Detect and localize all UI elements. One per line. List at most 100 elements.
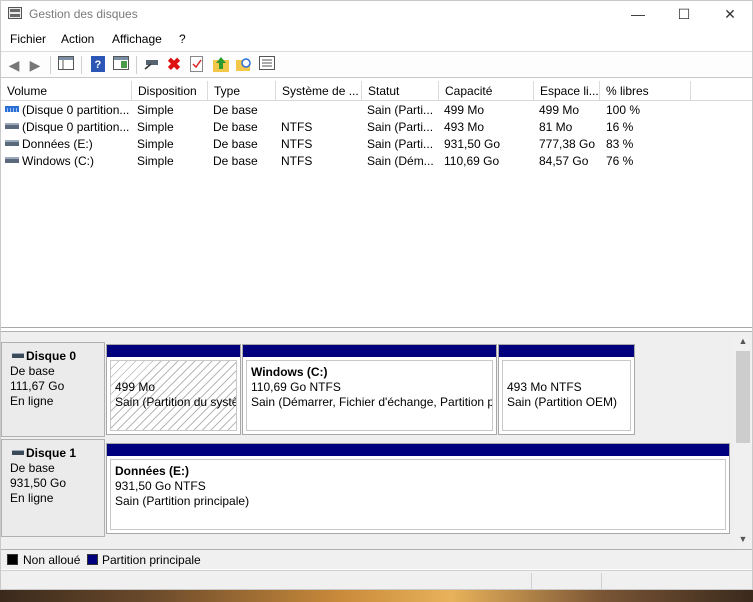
menu-bar: Fichier Action Affichage ?: [1, 29, 752, 50]
disk-0-state: En ligne: [10, 394, 54, 408]
volume-row[interactable]: Windows (C:) Simple De base NTFS Sain (D…: [1, 153, 752, 170]
column-capacity[interactable]: Capacité: [439, 81, 534, 101]
disk-1-label[interactable]: Disque 1 De base 931,50 Go En ligne: [1, 439, 105, 537]
svg-text:?: ?: [95, 59, 102, 71]
console-tree-icon[interactable]: [57, 56, 75, 74]
volume-disposition: Simple: [137, 137, 174, 151]
partition-status: Sain (Partition OEM): [507, 395, 618, 409]
volume-status: Sain (Parti...: [367, 120, 434, 134]
column-volume[interactable]: Volume: [1, 81, 132, 101]
action-pane-icon[interactable]: [112, 56, 130, 74]
partition-status: Sain (Partition principale): [115, 494, 250, 508]
volume-percent-free: 83 %: [606, 137, 634, 151]
volume-name: Données (E:): [22, 137, 93, 151]
toolbar-separator: [50, 56, 51, 74]
volume-free-space: 84,57 Go: [539, 154, 589, 168]
desktop-background: [0, 590, 753, 602]
volume-icon: [5, 106, 19, 112]
column-percent-free[interactable]: % libres: [600, 81, 691, 101]
properties-icon[interactable]: [188, 56, 206, 74]
disk-1-name: Disque 1: [10, 446, 104, 461]
partition-title: Windows (C:): [251, 365, 328, 379]
volume-free-space: 81 Mo: [539, 120, 573, 134]
help-icon[interactable]: ?: [89, 56, 107, 74]
volume-name: (Disque 0 partition...: [22, 103, 130, 117]
scrollbar-thumb[interactable]: [736, 351, 750, 443]
title-bar: Gestion des disques — ☐ ✕: [1, 1, 752, 28]
volume-status: Sain (Parti...: [367, 137, 434, 151]
column-free-space[interactable]: Espace li...: [534, 81, 600, 101]
minimize-button[interactable]: —: [615, 1, 661, 28]
disk-1-title: Disque 1: [26, 446, 77, 460]
partition-body: Windows (C:) 110,69 Go NTFS Sain (Démarr…: [246, 360, 493, 431]
volume-type: De base: [213, 137, 258, 151]
volume-icon: [5, 140, 19, 146]
back-arrow-icon[interactable]: ◀: [5, 56, 23, 74]
maximize-button[interactable]: ☐: [661, 1, 707, 28]
list-view-icon[interactable]: [258, 56, 276, 74]
graphical-view-scrollbar[interactable]: ▲ ▼: [734, 333, 752, 549]
partition-donnees-e[interactable]: Données (E:) 931,50 Go NTFS Sain (Partit…: [106, 443, 730, 534]
partition-body: Données (E:) 931,50 Go NTFS Sain (Partit…: [110, 459, 726, 530]
menu-affichage[interactable]: Affichage: [112, 32, 162, 46]
volume-row[interactable]: (Disque 0 partition... Simple De base Sa…: [1, 102, 752, 119]
partition-system[interactable]: 499 Mo Sain (Partition du systè: [106, 344, 241, 435]
forward-arrow-icon[interactable]: ▶: [26, 56, 44, 74]
primary-partition-swatch: [87, 554, 98, 565]
volume-disposition: Simple: [137, 154, 174, 168]
volume-icon: [5, 123, 19, 129]
window-title: Gestion des disques: [29, 7, 138, 21]
volume-percent-free: 76 %: [606, 154, 634, 168]
legend-unallocated: Non alloué: [23, 553, 81, 567]
column-filesystem[interactable]: Système de ...: [276, 81, 362, 101]
column-disposition[interactable]: Disposition: [132, 81, 208, 101]
partition-oem[interactable]: 493 Mo NTFS Sain (Partition OEM): [498, 344, 635, 435]
status-segment: [601, 573, 602, 589]
disk-icon: [12, 353, 24, 358]
partition-body: 493 Mo NTFS Sain (Partition OEM): [502, 360, 631, 431]
volume-list: Volume Disposition Type Système de ... S…: [1, 81, 752, 328]
connect-disk-icon[interactable]: [143, 56, 161, 74]
volume-name: Windows (C:): [22, 154, 95, 168]
disk-management-app-icon: [8, 7, 22, 19]
volume-row[interactable]: Données (E:) Simple De base NTFS Sain (P…: [1, 136, 752, 153]
partition-size: 110,69 Go NTFS: [251, 380, 341, 394]
menu-fichier[interactable]: Fichier: [10, 32, 46, 46]
scroll-up-icon[interactable]: ▲: [734, 333, 752, 349]
delete-icon[interactable]: ✖: [165, 56, 183, 74]
menu-help[interactable]: ?: [179, 32, 186, 46]
volume-row[interactable]: (Disque 0 partition... Simple De base NT…: [1, 119, 752, 136]
unallocated-swatch: [7, 554, 18, 565]
disk-0-kind: De base: [10, 364, 55, 378]
partition-title: [507, 365, 630, 380]
disk-1-partitions: Données (E:) 931,50 Go NTFS Sain (Partit…: [106, 443, 730, 534]
disk-0-label[interactable]: Disque 0 De base 111,67 Go En ligne: [1, 342, 105, 437]
toolbar: ◀ ▶ ? ✖: [1, 51, 752, 78]
partition-size: 931,50 Go NTFS: [115, 479, 206, 493]
scroll-down-icon[interactable]: ▼: [734, 531, 752, 547]
column-status[interactable]: Statut: [362, 81, 439, 101]
partition-windows-c[interactable]: Windows (C:) 110,69 Go NTFS Sain (Démarr…: [242, 344, 497, 435]
column-type[interactable]: Type: [208, 81, 276, 101]
volume-type: De base: [213, 120, 258, 134]
partition-status: Sain (Partition du systè: [115, 395, 237, 409]
volume-type: De base: [213, 103, 258, 117]
disk-0-title: Disque 0: [26, 349, 77, 363]
menu-action[interactable]: Action: [61, 32, 94, 46]
primary-partition-bar: [243, 345, 496, 357]
volume-filesystem: NTFS: [281, 137, 313, 151]
volume-status: Sain (Dém...: [367, 154, 434, 168]
partition-status: Sain (Démarrer, Fichier d'échange, Parti…: [251, 395, 493, 409]
up-folder-icon[interactable]: [212, 56, 230, 74]
volume-capacity: 499 Mo: [444, 103, 485, 117]
partition-body: 499 Mo Sain (Partition du systè: [110, 360, 237, 431]
legend: Non alloué Partition principale: [1, 549, 752, 569]
close-button[interactable]: ✕: [707, 1, 752, 28]
disk-0-name: Disque 0: [10, 349, 104, 364]
volume-list-header: Volume Disposition Type Système de ... S…: [1, 81, 752, 101]
disk-0-size: 111,67 Go: [10, 379, 65, 393]
toolbar-separator: [81, 56, 82, 74]
search-folder-icon[interactable]: [235, 56, 253, 74]
volume-capacity: 110,69 Go: [444, 154, 500, 168]
disk-1-state: En ligne: [10, 491, 54, 505]
